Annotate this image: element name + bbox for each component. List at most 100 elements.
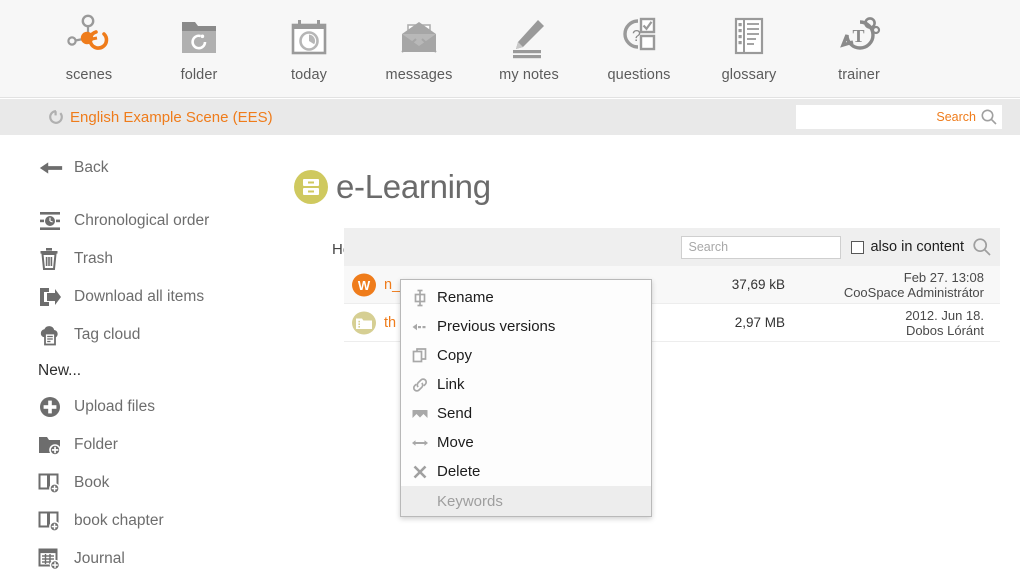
pencil-icon [504,8,554,66]
move-arrows-icon [407,434,433,452]
context-menu-label: Send [437,405,473,422]
sidebar-item-back[interactable]: Back [0,148,290,188]
nav-item-trainer[interactable]: T trainer [804,8,914,92]
nav-label: glossary [721,67,777,83]
sidebar-item-new-journal[interactable]: Journal [0,540,290,578]
context-menu-label: Delete [437,463,481,480]
file-size: 2,97 MB [734,315,785,330]
sidebar-item-trash[interactable]: Trash [0,240,290,278]
header-search[interactable]: Search [796,105,1002,129]
sidebar-label: Chronological order [74,212,210,229]
list-search-input[interactable] [682,236,841,258]
nav-label: trainer [838,67,880,83]
list-toolbar: also in content [344,228,1000,266]
context-menu-label: Previous versions [437,318,556,335]
new-journal-icon [38,548,64,570]
sidebar-new-heading: New... [38,362,82,379]
sidebar-item-upload-files[interactable]: Upload files [0,388,290,426]
sidebar-label: Trash [74,250,114,267]
also-in-content-checkbox[interactable] [851,240,865,254]
nav-label: messages [385,67,453,83]
top-navigation-bar: scenes folder today messages my notes ? … [0,0,1020,98]
context-menu-item-rename[interactable]: Rename [401,283,651,312]
sidebar-label: book chapter [74,512,164,529]
context-menu-item-move[interactable]: Move [401,428,651,457]
context-menu-label: Move [437,434,474,451]
also-in-content-label: also in content [870,239,964,255]
search-icon[interactable] [972,237,992,257]
new-folder-icon [38,434,64,456]
sidebar-label: Upload files [74,398,155,415]
download-icon [38,286,64,308]
sidebar-label: Download all items [74,288,205,305]
nav-item-folder[interactable]: folder [144,8,254,92]
plus-circle-icon [38,395,64,419]
sidebar-item-new-folder[interactable]: Folder [0,426,290,464]
scenes-icon [64,8,114,66]
nav-item-glossary[interactable]: glossary [694,8,804,92]
nav-item-my-notes[interactable]: my notes [474,8,584,92]
nav-label: questions [607,67,671,83]
context-menu-label: Keywords [437,492,503,510]
header-search-input[interactable] [796,105,946,129]
context-menu-label: Link [437,376,465,393]
tag-cloud-icon [38,324,64,346]
sidebar-label: Book [74,474,110,491]
file-date: 2012. Jun 18. [905,307,984,323]
file-name[interactable]: n_ [384,277,400,293]
context-menu-label: Rename [437,289,494,306]
archive-cabinet-icon [294,170,328,205]
search-icon[interactable] [980,108,998,126]
rename-icon [407,289,433,307]
context-menu-label: Copy [437,347,473,364]
copy-icon [407,347,433,365]
scene-name: English Example Scene (EES) [70,108,273,126]
send-envelope-icon [407,405,433,423]
nav-item-messages[interactable]: messages [364,8,474,92]
sidebar-item-new-book[interactable]: Book [0,464,290,502]
archive-zip-icon [344,310,384,336]
nav-label: my notes [499,67,559,83]
context-menu-item-send[interactable]: Send [401,399,651,428]
sidebar-label: Folder [74,436,118,453]
list-search-box[interactable] [681,235,842,259]
context-menu-item-delete[interactable]: Delete [401,457,651,486]
file-name[interactable]: th [384,315,396,331]
refresh-circle-icon [48,109,64,125]
sidebar-item-tag-cloud[interactable]: Tag cloud [0,316,290,354]
file-meta: 2012. Jun 18. Dobos Lóránt [905,308,984,338]
sidebar-item-new-book-chapter[interactable]: book chapter [0,502,290,540]
page-title-row: e-Learning [290,136,1020,228]
sidebar-item-chronological-order[interactable]: Chronological order [0,202,290,240]
trash-icon [38,247,64,271]
nav-item-scenes[interactable]: scenes [34,8,144,92]
new-book-chapter-icon [38,510,64,532]
sidebar-label: Journal [74,550,125,567]
document-list-icon [724,8,774,66]
file-size: 37,69 kB [731,277,785,292]
breadcrumb-scene-link[interactable]: English Example Scene (EES) [0,109,273,126]
previous-versions-icon [407,318,433,336]
nav-label: folder [180,67,218,83]
scene-breadcrumb-bar: English Example Scene (EES) Search [0,99,1020,135]
nav-item-today[interactable]: today [254,8,364,92]
today-clock-icon [284,8,334,66]
sidebar-item-download-all-items[interactable]: Download all items [0,278,290,316]
nav-item-questions[interactable]: ? questions [584,8,694,92]
question-checkbox-icon: ? [614,8,664,66]
arrow-left-icon [38,158,64,178]
file-author: Dobos Lóránt [905,322,984,338]
sidebar: Back Chronological order Trash Download … [0,136,290,584]
trainer-gear-icon: T [834,8,884,66]
context-menu-item-copy[interactable]: Copy [401,341,651,370]
svg-text:?: ? [632,28,641,45]
envelope-icon [394,8,444,66]
folder-icon [174,8,224,66]
word-document-icon: W [344,272,384,298]
context-menu-item-keywords: Keywords [401,486,651,516]
context-menu-item-previous-versions[interactable]: Previous versions [401,312,651,341]
context-menu-item-link[interactable]: Link [401,370,651,399]
link-icon [407,376,433,394]
app-root: scenes folder today messages my notes ? … [0,0,1020,584]
